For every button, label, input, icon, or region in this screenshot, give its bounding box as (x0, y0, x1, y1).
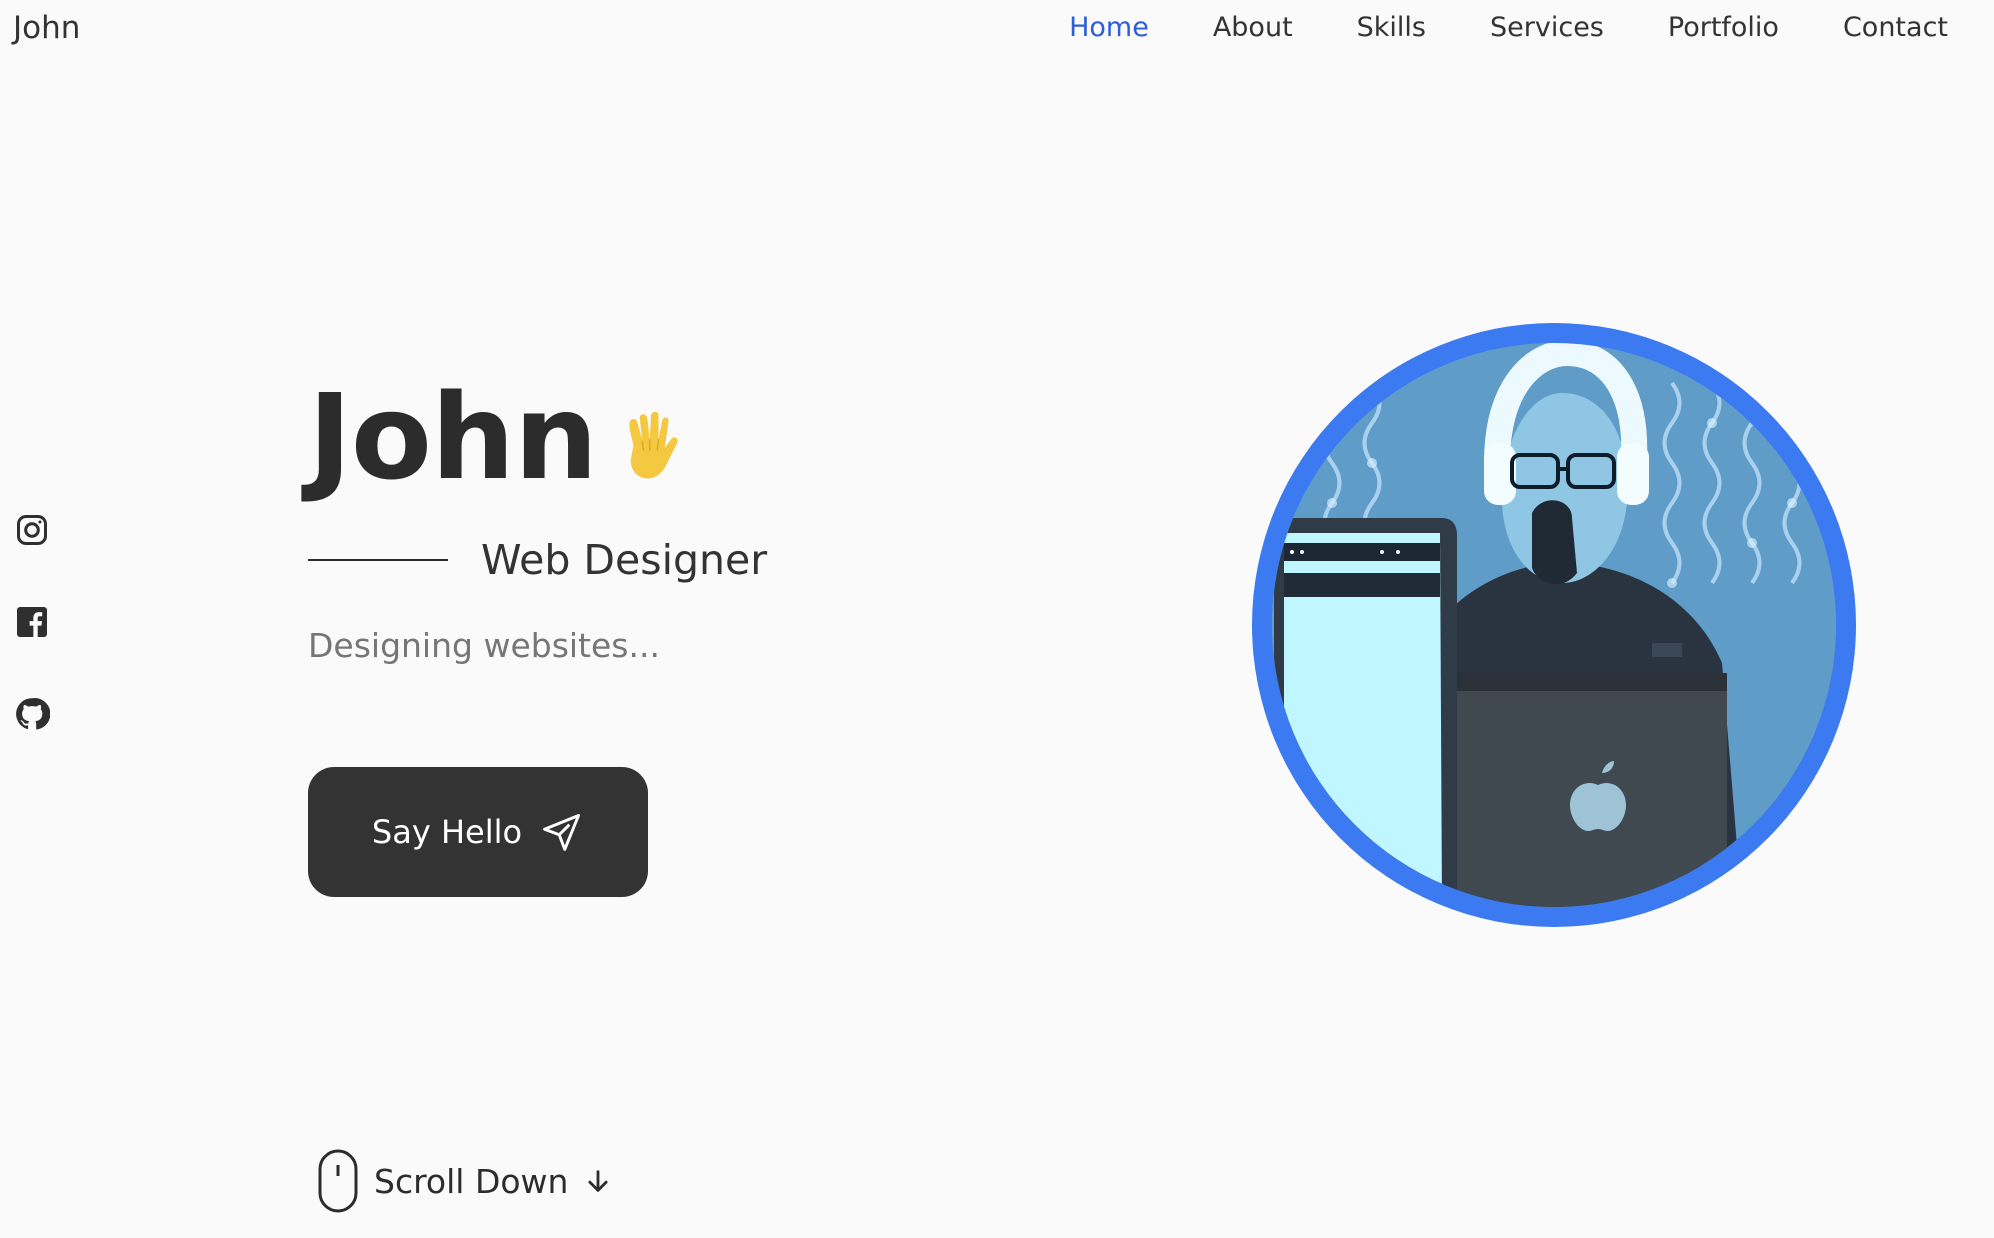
hero-description: Designing websites... (308, 626, 660, 665)
instagram-link[interactable] (14, 512, 50, 548)
waving-hand-icon (629, 411, 678, 479)
nav-item-contact[interactable]: Contact (1843, 8, 1948, 48)
scroll-down-link[interactable]: Scroll Down (316, 1148, 612, 1214)
nav-item-about[interactable]: About (1213, 8, 1293, 48)
say-hello-label: Say Hello (371, 813, 523, 851)
paper-plane-icon (543, 814, 581, 851)
nav-item-home[interactable]: Home (1069, 8, 1149, 48)
subtitle-divider (308, 559, 448, 561)
github-icon (16, 698, 50, 730)
main-nav: Home About Skills Services Portfolio Con… (1005, 8, 1948, 48)
facebook-link[interactable] (14, 604, 50, 640)
say-hello-button[interactable]: Say Hello (308, 767, 648, 897)
nav-item-portfolio[interactable]: Portfolio (1668, 8, 1779, 48)
hero-title: John (308, 372, 691, 502)
mouse-icon (318, 1149, 358, 1213)
social-links (14, 512, 50, 788)
profile-photo (1272, 343, 1836, 907)
nav-item-services[interactable]: Services (1490, 8, 1604, 48)
scroll-down-label: Scroll Down (374, 1161, 569, 1201)
logo[interactable]: John (13, 8, 80, 48)
profile-photo-illustration (1272, 343, 1836, 907)
github-link[interactable] (14, 696, 50, 732)
hero-role: Web Designer (481, 536, 768, 584)
arrow-down-icon (588, 1170, 609, 1192)
facebook-icon (17, 607, 47, 637)
nav-item-skills[interactable]: Skills (1357, 8, 1426, 48)
profile-portrait (1252, 323, 1856, 927)
hero-subtitle: Web Designer (308, 532, 767, 588)
instagram-icon (17, 515, 47, 545)
hero-name: John (308, 368, 598, 506)
